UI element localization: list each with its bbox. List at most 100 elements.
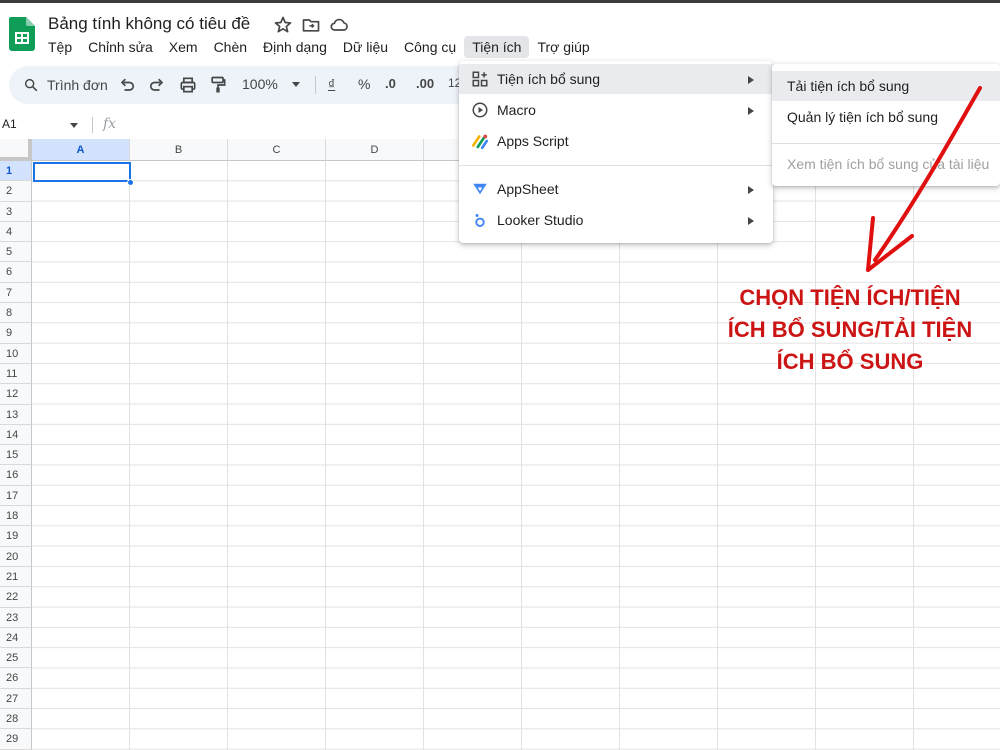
sheets-logo-icon[interactable] [9, 17, 35, 51]
toolbar-divider [315, 76, 316, 94]
name-box-caret-icon[interactable] [70, 123, 78, 128]
row-header[interactable]: 16 [0, 465, 32, 486]
menubar: Tệp Chỉnh sửa Xem Chèn Định dạng Dữ liệu… [40, 36, 598, 58]
row-header[interactable]: 10 [0, 343, 32, 364]
submenu-arrow-icon [748, 217, 754, 225]
menu-tools[interactable]: Công cụ [396, 36, 464, 58]
row-header[interactable]: 14 [0, 424, 32, 446]
star-icon[interactable] [273, 15, 293, 35]
row-header[interactable]: 29 [0, 729, 32, 750]
menu-insert[interactable]: Chèn [206, 36, 255, 58]
row-header[interactable]: 20 [0, 546, 32, 567]
select-all-corner[interactable] [0, 139, 32, 161]
column-header[interactable]: C [228, 139, 326, 161]
menu-item-add-ons[interactable]: Tiện ích bổ sung [459, 64, 773, 94]
row-header[interactable]: 6 [0, 262, 32, 283]
cloud-saved-icon[interactable] [329, 15, 349, 35]
column-header[interactable]: B [130, 139, 228, 161]
row-header[interactable]: 7 [0, 282, 32, 304]
paint-format-icon[interactable] [208, 75, 228, 95]
looker-studio-icon [475, 214, 485, 227]
row-header[interactable]: 25 [0, 648, 32, 669]
menu-help[interactable]: Trợ giúp [529, 36, 597, 58]
submenu-arrow-icon [748, 186, 754, 194]
row-header[interactable]: 3 [0, 201, 32, 222]
name-box[interactable]: A1 [2, 117, 17, 131]
fx-icon: fx [103, 116, 117, 132]
window-top-border [0, 0, 1000, 3]
cell-area[interactable] [32, 161, 1000, 750]
menu-data[interactable]: Dữ liệu [335, 36, 396, 58]
menu-item-macro[interactable]: Macro [459, 95, 773, 125]
extensions-menu: Tiện ích bổ sung Macro Apps Script AppSh… [459, 61, 773, 243]
row-header[interactable]: 23 [0, 607, 32, 628]
menu-item-appsheet[interactable]: AppSheet [459, 174, 773, 204]
row-header[interactable]: 19 [0, 526, 32, 547]
column-header[interactable]: A [32, 139, 130, 161]
add-on-icon [472, 71, 488, 87]
row-header[interactable]: 12 [0, 384, 32, 405]
row-header[interactable]: 5 [0, 242, 32, 263]
apps-script-icon [471, 134, 489, 150]
submenu-arrow-icon [748, 76, 754, 84]
format-currency-button[interactable]: ₫ [328, 76, 335, 92]
row-header[interactable]: 24 [0, 627, 32, 649]
format-percent-button[interactable]: % [358, 76, 370, 92]
move-folder-icon[interactable] [301, 15, 321, 35]
fill-handle[interactable] [127, 179, 134, 186]
row-header[interactable]: 1 [0, 161, 32, 182]
row-header[interactable]: 2 [0, 181, 32, 202]
menu-search-box[interactable]: Trình đơn [15, 72, 113, 98]
increase-decimal-button[interactable]: .00 [416, 76, 434, 91]
submenu-divider [772, 143, 1000, 144]
menu-view[interactable]: Xem [161, 36, 206, 58]
submenu-get-add-ons[interactable]: Tải tiện ích bổ sung [772, 71, 1000, 101]
active-cell-a1[interactable] [33, 162, 131, 182]
row-header[interactable]: 18 [0, 506, 32, 527]
annotation-line-3: ÍCH BỔ SUNG [776, 349, 924, 374]
macro-play-icon [472, 102, 488, 118]
menu-format[interactable]: Định dạng [255, 36, 335, 58]
zoom-caret-icon[interactable] [292, 82, 300, 87]
submenu-manage-add-ons[interactable]: Quản lý tiện ích bổ sung [772, 102, 1000, 132]
row-header[interactable]: 8 [0, 303, 32, 324]
undo-icon[interactable] [117, 75, 137, 95]
annotation-line-1: CHỌN TIỆN ÍCH/TIỆN [739, 285, 961, 310]
menu-item-apps-script-label: Apps Script [497, 133, 569, 149]
decrease-decimal-button[interactable]: .0 [385, 76, 396, 91]
row-header[interactable]: 21 [0, 566, 32, 588]
submenu-manage-add-ons-label: Quản lý tiện ích bổ sung [787, 109, 938, 125]
menu-item-apps-script[interactable]: Apps Script [459, 126, 773, 156]
search-icon [24, 78, 38, 92]
annotation-line-2: ÍCH BỔ SUNG/TẢI TIỆN [727, 317, 973, 342]
row-header[interactable]: 27 [0, 688, 32, 710]
submenu-view-document-add-ons-label: Xem tiện ích bổ sung của tài liệu [787, 156, 990, 172]
submenu-arrow-icon [748, 107, 754, 115]
document-title[interactable]: Bảng tính không có tiêu đề [48, 14, 250, 34]
redo-icon[interactable] [147, 75, 167, 95]
menu-extensions[interactable]: Tiện ích [464, 36, 530, 58]
menu-search-placeholder: Trình đơn [47, 77, 108, 93]
submenu-get-add-ons-label: Tải tiện ích bổ sung [787, 78, 910, 94]
menu-item-looker-studio[interactable]: Looker Studio [459, 205, 773, 235]
menu-edit[interactable]: Chỉnh sửa [80, 36, 161, 58]
row-header[interactable]: 4 [0, 221, 32, 243]
column-header[interactable]: D [326, 139, 424, 161]
appsheet-icon [473, 183, 487, 195]
print-icon[interactable] [178, 75, 198, 95]
zoom-select[interactable]: 100% [242, 76, 278, 92]
row-header[interactable]: 11 [0, 363, 32, 385]
row-header[interactable]: 13 [0, 404, 32, 425]
row-header[interactable]: 15 [0, 445, 32, 466]
row-header[interactable]: 22 [0, 587, 32, 608]
menu-divider [459, 165, 773, 166]
row-header[interactable]: 26 [0, 668, 32, 689]
row-header[interactable]: 17 [0, 485, 32, 507]
add-ons-submenu: Tải tiện ích bổ sung Quản lý tiện ích bổ… [772, 64, 1000, 186]
row-header[interactable]: 28 [0, 709, 32, 730]
menu-file[interactable]: Tệp [40, 36, 80, 58]
row-header[interactable]: 9 [0, 323, 32, 344]
menu-item-add-ons-label: Tiện ích bổ sung [497, 71, 600, 87]
annotation-text: CHỌN TIỆN ÍCH/TIỆN ÍCH BỔ SUNG/TẢI TIỆN … [700, 282, 1000, 378]
formula-divider [92, 117, 93, 133]
